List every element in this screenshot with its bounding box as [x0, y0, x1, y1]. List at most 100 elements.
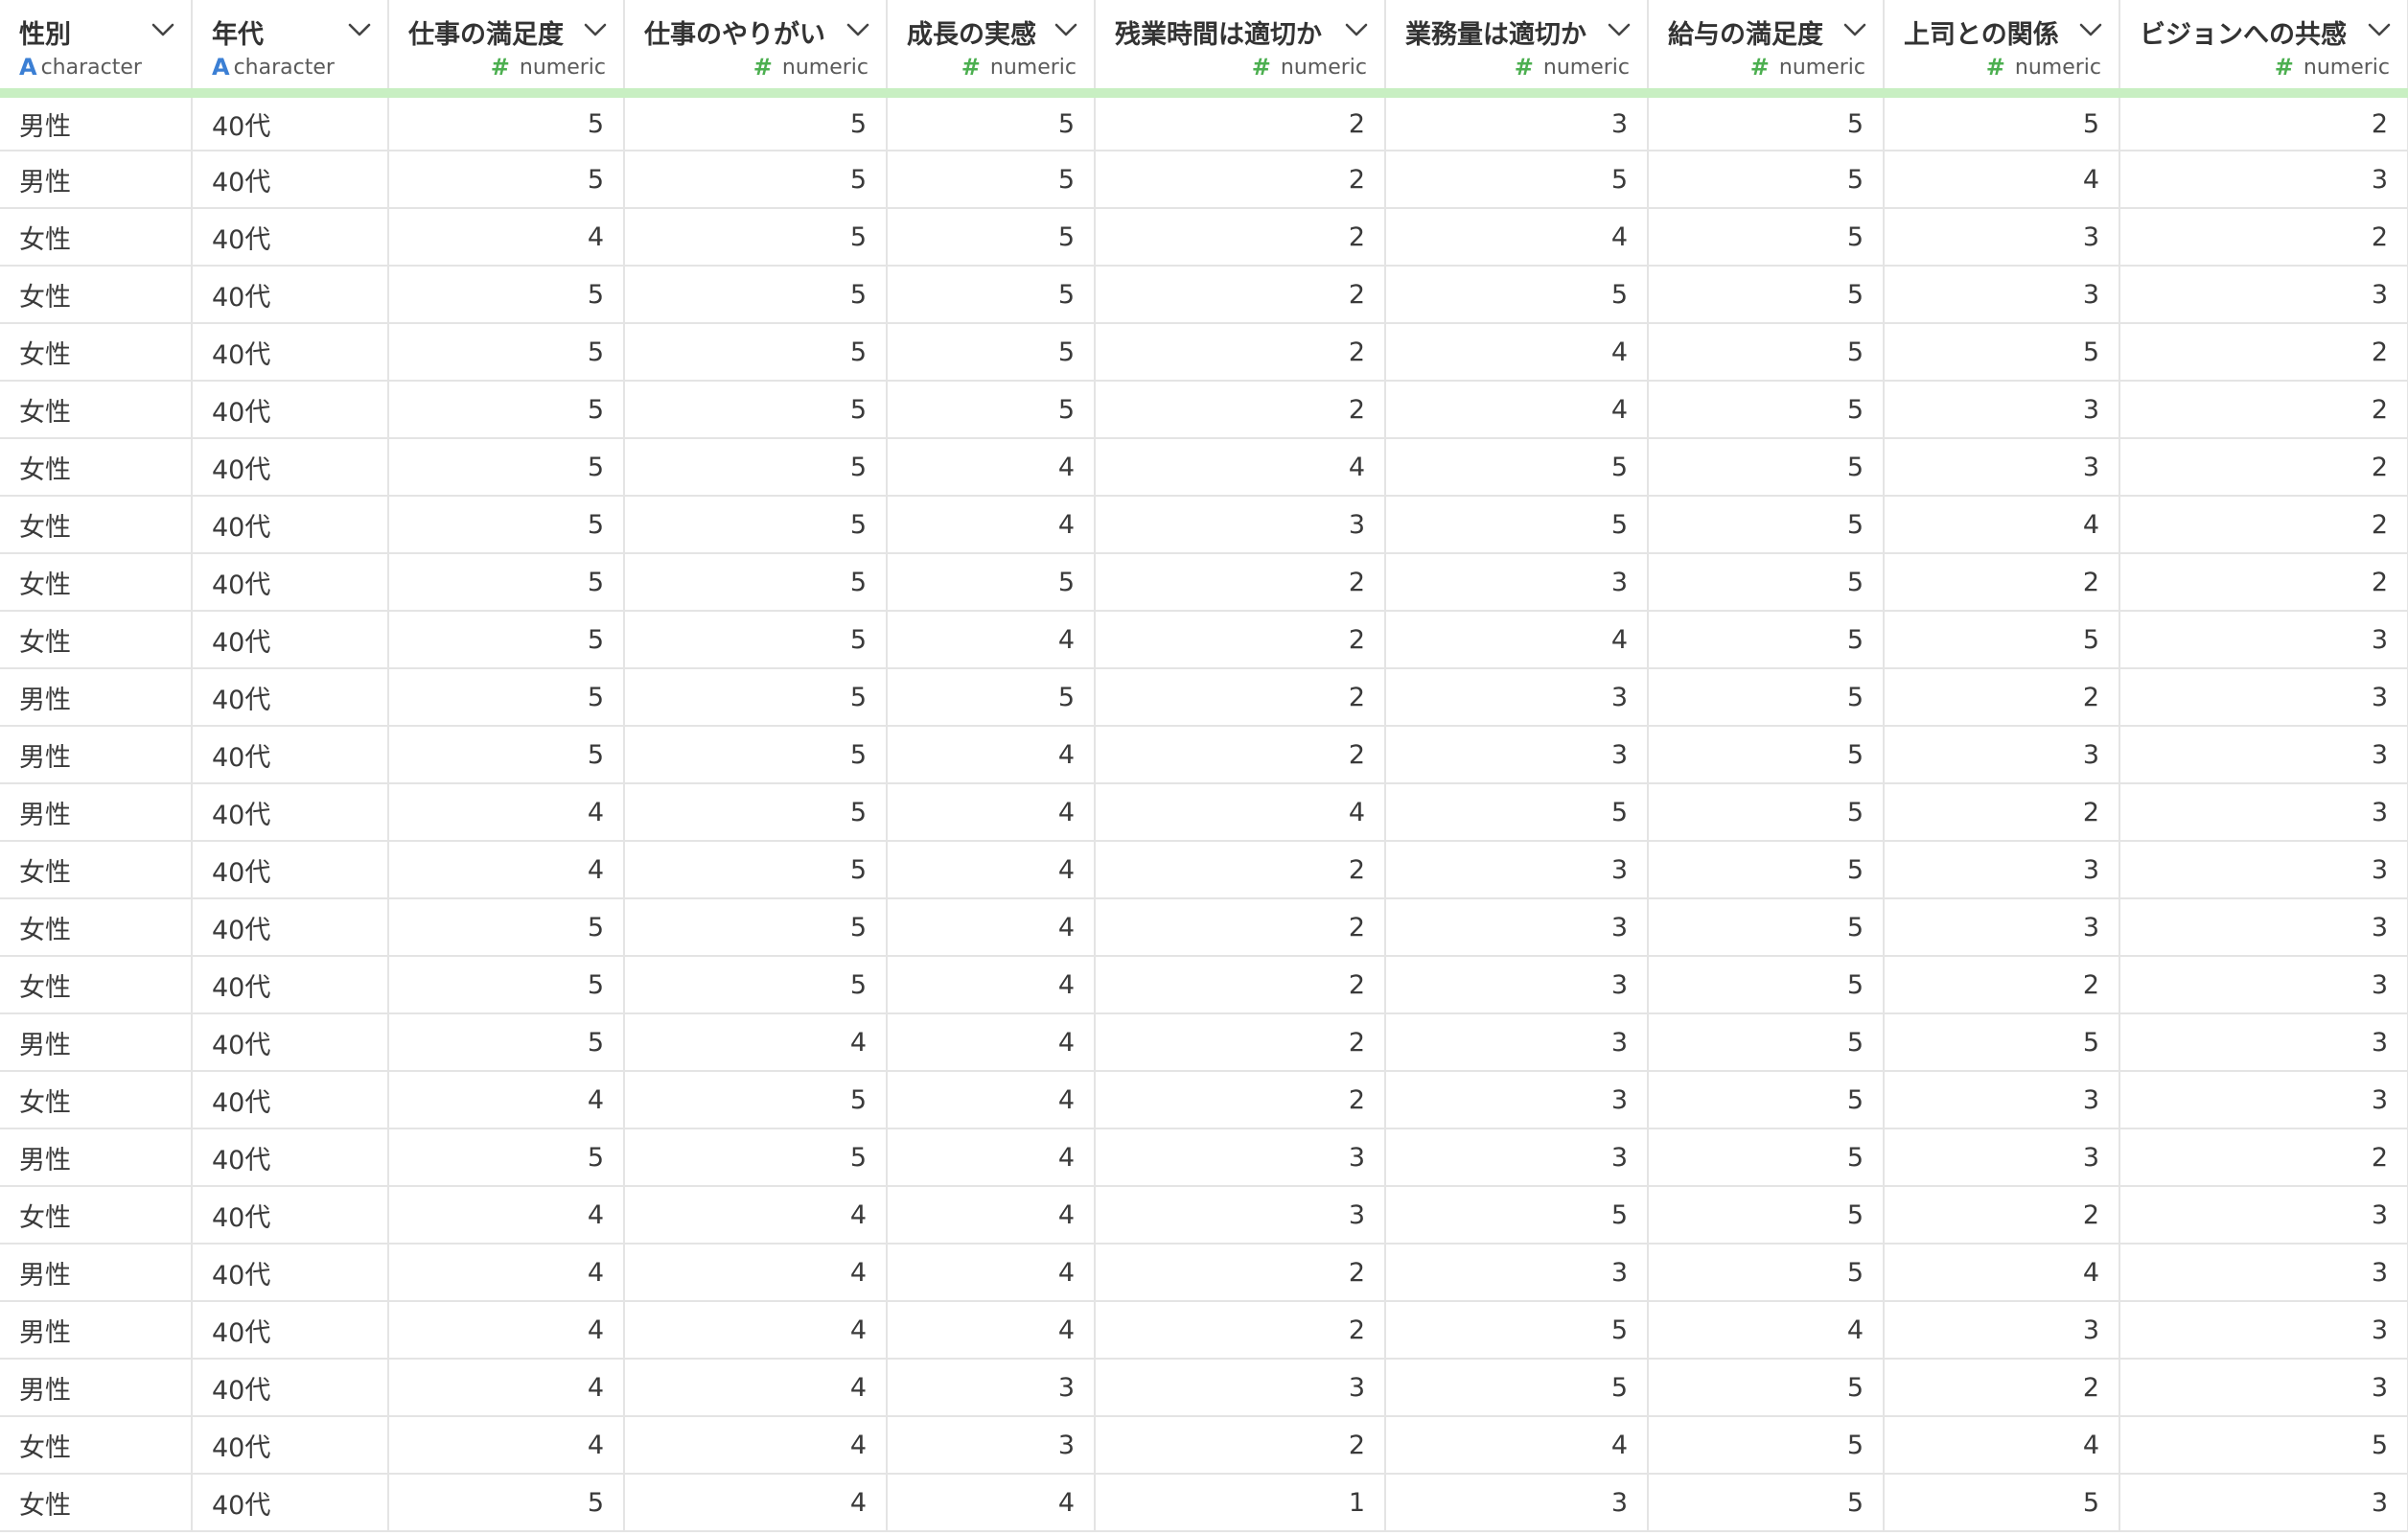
table-cell[interactable]: 5 [388, 553, 625, 612]
table-cell[interactable]: 3 [1385, 668, 1649, 727]
table-cell[interactable]: 40代 [192, 1244, 389, 1302]
table-cell[interactable]: 5 [1648, 151, 1885, 209]
table-cell[interactable]: 40代 [192, 841, 389, 899]
table-cell[interactable]: 5 [388, 266, 625, 324]
table-row[interactable]: 男性 40代 5 5 4 3 3 5 3 2 [0, 1129, 2408, 1187]
table-cell[interactable]: 2 [1095, 1013, 1386, 1072]
table-cell[interactable]: 5 [624, 898, 888, 957]
table-cell[interactable]: 3 [887, 1416, 1096, 1475]
chevron-down-icon[interactable] [583, 21, 608, 38]
table-cell[interactable]: 5 [388, 496, 625, 554]
table-cell[interactable]: 3 [1385, 1129, 1649, 1187]
table-cell[interactable]: 5 [388, 956, 625, 1014]
chevron-down-icon[interactable] [2367, 21, 2392, 38]
table-cell[interactable]: 4 [624, 1359, 888, 1417]
table-cell[interactable]: 3 [1884, 1071, 2120, 1129]
table-cell[interactable]: 40代 [192, 1013, 389, 1072]
table-cell[interactable]: 5 [1385, 1301, 1649, 1360]
table-cell[interactable]: 2 [1095, 898, 1386, 957]
table-row[interactable]: 女性 40代 4 4 3 2 4 5 4 5 [0, 1416, 2408, 1475]
table-cell[interactable]: 女性 [0, 1416, 193, 1475]
table-cell[interactable]: 女性 [0, 496, 193, 554]
table-cell[interactable]: 5 [887, 323, 1096, 382]
table-cell[interactable]: 40代 [192, 668, 389, 727]
table-cell[interactable]: 5 [1648, 381, 1885, 439]
table-cell[interactable]: 5 [1884, 323, 2120, 382]
table-cell[interactable]: 5 [1648, 1129, 1885, 1187]
table-cell[interactable]: 4 [624, 1013, 888, 1072]
table-cell[interactable]: 40代 [192, 208, 389, 267]
table-cell[interactable]: 5 [887, 93, 1096, 151]
table-cell[interactable]: 5 [624, 553, 888, 612]
table-cell[interactable]: 2 [1095, 1301, 1386, 1360]
table-cell[interactable]: 5 [624, 1071, 888, 1129]
table-cell[interactable]: 3 [2119, 1474, 2408, 1532]
table-cell[interactable]: 5 [624, 438, 888, 497]
table-cell[interactable]: 40代 [192, 1186, 389, 1245]
column-header[interactable]: 上司との関係 # numeric [1884, 0, 2120, 98]
table-cell[interactable]: 2 [1095, 611, 1386, 669]
table-cell[interactable]: 4 [388, 1071, 625, 1129]
table-cell[interactable]: 40代 [192, 93, 389, 151]
table-cell[interactable]: 40代 [192, 898, 389, 957]
table-cell[interactable]: 2 [2119, 208, 2408, 267]
table-cell[interactable]: 3 [2119, 1071, 2408, 1129]
table-cell[interactable]: 5 [1648, 1416, 1885, 1475]
table-cell[interactable]: 4 [388, 1186, 625, 1245]
table-cell[interactable]: 4 [388, 1301, 625, 1360]
table-cell[interactable]: 4 [1385, 1416, 1649, 1475]
table-cell[interactable]: 4 [887, 783, 1096, 842]
chevron-down-icon[interactable] [150, 21, 175, 38]
table-cell[interactable]: 2 [2119, 1129, 2408, 1187]
table-cell[interactable]: 3 [2119, 1244, 2408, 1302]
table-cell[interactable]: 3 [887, 1359, 1096, 1417]
table-cell[interactable]: 4 [1884, 1244, 2120, 1302]
table-cell[interactable]: 4 [388, 1244, 625, 1302]
table-cell[interactable]: 5 [624, 381, 888, 439]
table-cell[interactable]: 2 [1095, 956, 1386, 1014]
table-cell[interactable]: 女性 [0, 438, 193, 497]
table-cell[interactable]: 3 [1385, 1474, 1649, 1532]
table-cell[interactable]: 5 [1385, 496, 1649, 554]
table-cell[interactable]: 5 [388, 898, 625, 957]
table-cell[interactable]: 5 [624, 266, 888, 324]
table-cell[interactable]: 2 [1095, 553, 1386, 612]
table-cell[interactable]: 女性 [0, 956, 193, 1014]
table-cell[interactable]: 5 [1648, 611, 1885, 669]
table-cell[interactable]: 5 [1385, 151, 1649, 209]
table-cell[interactable]: 2 [1095, 1244, 1386, 1302]
table-cell[interactable]: 5 [1648, 208, 1885, 267]
table-cell[interactable]: 女性 [0, 381, 193, 439]
table-cell[interactable]: 2 [1095, 841, 1386, 899]
chevron-down-icon[interactable] [1054, 21, 1078, 38]
table-cell[interactable]: 3 [2119, 841, 2408, 899]
table-cell[interactable]: 40代 [192, 266, 389, 324]
table-row[interactable]: 女性 40代 4 5 5 2 4 5 3 2 [0, 208, 2408, 267]
table-cell[interactable]: 5 [1648, 438, 1885, 497]
table-cell[interactable]: 5 [624, 841, 888, 899]
chevron-down-icon[interactable] [1607, 21, 1632, 38]
table-cell[interactable]: 2 [2119, 381, 2408, 439]
table-cell[interactable]: 女性 [0, 1474, 193, 1532]
table-cell[interactable]: 5 [1385, 1359, 1649, 1417]
table-cell[interactable]: 4 [887, 1129, 1096, 1187]
table-cell[interactable]: 5 [388, 151, 625, 209]
table-cell[interactable]: 4 [388, 1416, 625, 1475]
table-cell[interactable]: 5 [1648, 553, 1885, 612]
table-cell[interactable]: 1 [1095, 1474, 1386, 1532]
table-cell[interactable]: 4 [887, 726, 1096, 784]
table-row[interactable]: 男性 40代 4 4 4 2 3 5 4 3 [0, 1244, 2408, 1302]
table-cell[interactable]: 2 [2119, 496, 2408, 554]
column-header[interactable]: 業務量は適切か # numeric [1385, 0, 1649, 98]
chevron-down-icon[interactable] [2078, 21, 2103, 38]
column-header[interactable]: 成長の実感 # numeric [887, 0, 1096, 98]
table-cell[interactable]: 5 [1648, 1186, 1885, 1245]
table-cell[interactable]: 3 [2119, 1186, 2408, 1245]
table-cell[interactable]: 2 [1095, 323, 1386, 382]
table-cell[interactable]: 40代 [192, 438, 389, 497]
table-cell[interactable]: 40代 [192, 726, 389, 784]
table-cell[interactable]: 4 [887, 1474, 1096, 1532]
table-cell[interactable]: 5 [1648, 1013, 1885, 1072]
column-header[interactable]: 仕事の満足度 # numeric [388, 0, 625, 98]
table-cell[interactable]: 3 [1884, 381, 2120, 439]
